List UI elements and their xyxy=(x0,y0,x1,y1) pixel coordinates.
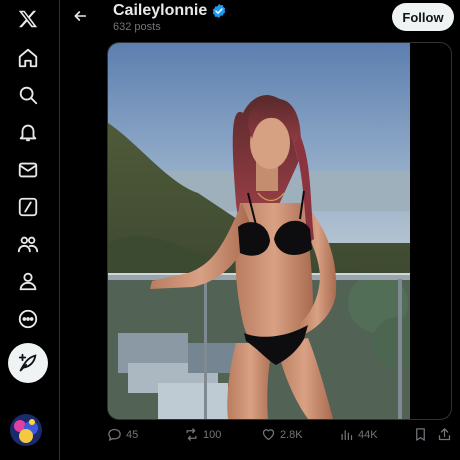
post-photo[interactable] xyxy=(108,43,410,419)
share-icon xyxy=(438,428,451,441)
mail-icon[interactable] xyxy=(9,151,47,189)
post-detail: Caileylonnie 632 posts Follow 45 100 2.8… xyxy=(61,0,460,460)
search-icon[interactable] xyxy=(9,76,47,114)
views-button[interactable]: 44K xyxy=(339,427,378,442)
follow-button[interactable]: Follow xyxy=(392,3,454,31)
back-button[interactable] xyxy=(69,5,91,27)
bell-icon[interactable] xyxy=(9,113,47,151)
home-icon[interactable] xyxy=(9,39,47,77)
like-count: 2.8K xyxy=(280,428,303,441)
repost-count: 100 xyxy=(203,428,222,441)
side-nav xyxy=(0,0,60,460)
profile-icon[interactable] xyxy=(9,262,47,300)
profile-title-block: Caileylonnie 632 posts xyxy=(113,2,227,33)
post-count: 632 posts xyxy=(113,21,161,33)
post-button[interactable] xyxy=(8,343,48,383)
more-icon[interactable] xyxy=(9,300,47,338)
feather-plus-icon xyxy=(18,353,37,372)
repost-button[interactable]: 100 xyxy=(184,427,221,442)
grok-icon[interactable] xyxy=(9,188,47,226)
profile-name[interactable]: Caileylonnie xyxy=(113,2,207,20)
verified-badge-icon xyxy=(212,4,226,18)
profile-header: Caileylonnie 632 posts Follow xyxy=(61,0,460,38)
x-logo-icon[interactable] xyxy=(9,0,47,38)
bookmark-icon xyxy=(416,428,425,441)
share-button[interactable] xyxy=(437,427,452,442)
reply-icon xyxy=(108,428,121,441)
post-media[interactable] xyxy=(107,42,452,420)
reply-count: 45 xyxy=(126,428,139,441)
account-avatar[interactable] xyxy=(10,414,42,446)
communities-icon[interactable] xyxy=(9,225,47,263)
repost-icon xyxy=(186,428,197,441)
like-button[interactable]: 2.8K xyxy=(261,427,303,442)
view-count: 44K xyxy=(358,428,378,441)
bookmark-button[interactable] xyxy=(413,427,428,442)
heart-icon xyxy=(262,429,275,441)
arrow-left-icon xyxy=(74,11,87,21)
analytics-icon xyxy=(341,430,353,441)
post-actions: 45 100 2.8K 44K xyxy=(107,427,452,449)
reply-button[interactable]: 45 xyxy=(107,427,138,442)
